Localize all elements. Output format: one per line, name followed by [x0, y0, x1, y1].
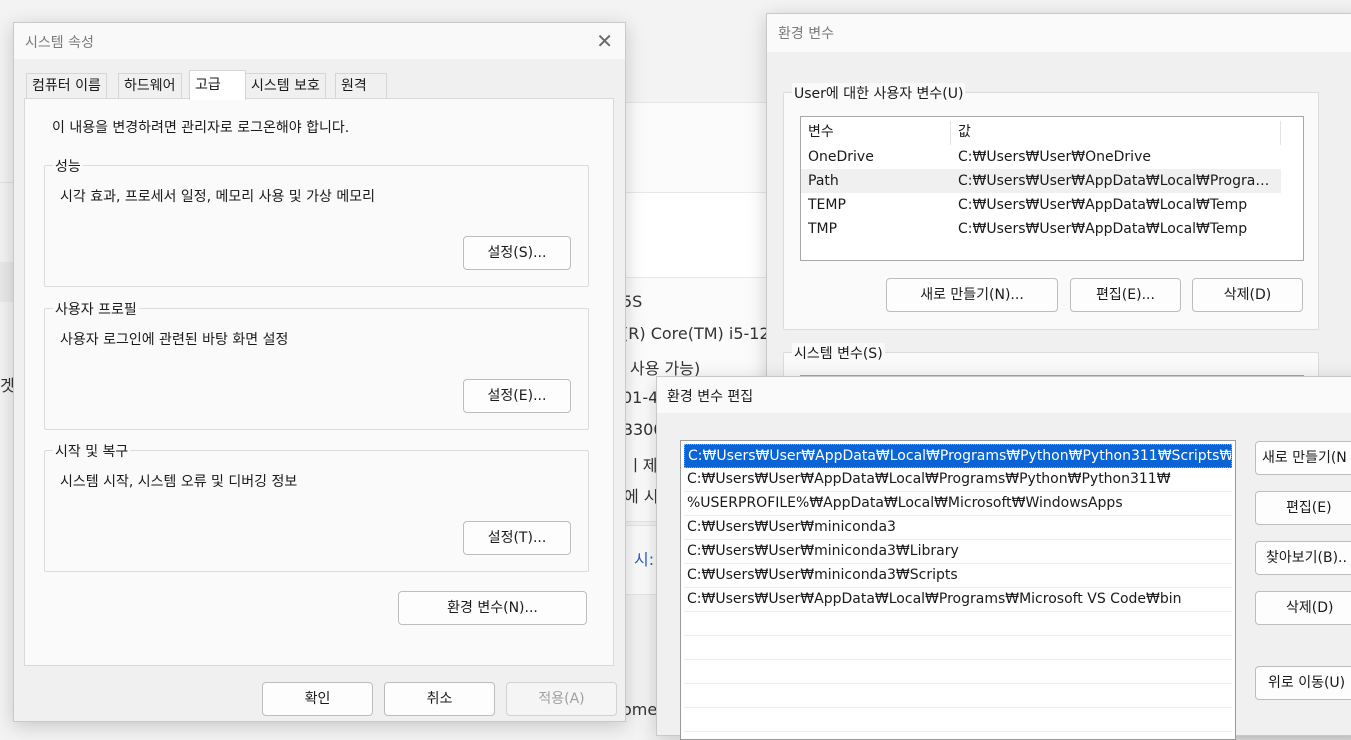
cancel-button[interactable]: 취소: [384, 682, 495, 716]
empty-list-row[interactable]: [684, 612, 1232, 636]
close-icon[interactable]: ✕: [596, 29, 613, 53]
variable-name: TMP: [808, 221, 838, 237]
dialog-title: 시스템 속성: [25, 35, 94, 51]
list-item[interactable]: C:₩Users₩User₩AppData₩Local₩Programs₩Pyt…: [684, 444, 1232, 468]
empty-list-row[interactable]: [684, 636, 1232, 660]
group-label: User에 대한 사용자 변수(U): [792, 83, 966, 103]
user-profile-group: 사용자 프로필 사용자 로그인에 관련된 바탕 화면 설정 설정(E)...: [44, 299, 589, 430]
startup-recovery-settings-button[interactable]: 설정(T)...: [463, 521, 571, 555]
admin-notice: 이 내용을 변경하려면 관리자로 로그온해야 합니다.: [52, 120, 350, 136]
variable-name: OneDrive: [808, 149, 874, 165]
title-bar: 환경 변수: [767, 14, 1351, 52]
new-user-variable-button[interactable]: 새로 만들기(N)...: [886, 278, 1058, 312]
list-item[interactable]: C:₩Users₩User₩miniconda3₩Scripts: [684, 564, 1232, 588]
group-description: 사용자 로그인에 관련된 바탕 화면 설정: [60, 332, 289, 348]
background-divider: [0, 182, 14, 183]
ok-button[interactable]: 확인: [262, 682, 373, 716]
title-bar: 시스템 속성 ✕: [14, 23, 625, 59]
empty-list-row[interactable]: [684, 708, 1232, 732]
tab-remote[interactable]: 원격: [335, 73, 387, 99]
path-list[interactable]: C:₩Users₩User₩AppData₩Local₩Programs₩Pyt…: [680, 440, 1236, 740]
edit-path-button[interactable]: 편집(E): [1255, 491, 1351, 525]
background-text: 에 시: [624, 487, 659, 506]
tab-advanced[interactable]: 고급: [189, 70, 246, 100]
browse-path-button[interactable]: 찾아보기(B)..: [1255, 541, 1351, 575]
background-nav-selection: [0, 262, 14, 302]
table-row[interactable]: Path C:₩Users₩User₩AppData₩Local₩Program…: [801, 169, 1281, 193]
group-label: 시작 및 복구: [53, 441, 131, 461]
variable-value: C:₩Users₩User₩OneDrive: [958, 149, 1151, 165]
list-item[interactable]: C:₩Users₩User₩AppData₩Local₩Programs₩Mic…: [684, 588, 1232, 612]
group-label: 시스템 변수(S): [792, 343, 885, 363]
advanced-tab-pane: 이 내용을 변경하려면 관리자로 로그온해야 합니다. 성능 시각 효과, 프로…: [24, 98, 614, 666]
column-header-name[interactable]: 변수: [801, 121, 951, 145]
tab-computer-name[interactable]: 컴퓨터 이름: [26, 73, 107, 99]
startup-recovery-group: 시작 및 복구 시스템 시작, 시스템 오류 및 디버깅 정보 설정(T)...: [44, 441, 589, 572]
user-variables-list[interactable]: 변수 값 OneDrive C:₩Users₩User₩OneDrive Pat…: [800, 116, 1304, 261]
variable-value: C:₩Users₩User₩AppData₩Local₩Temp: [958, 221, 1248, 237]
performance-settings-button[interactable]: 설정(S)...: [463, 236, 571, 270]
edit-user-variable-button[interactable]: 편집(E)...: [1070, 278, 1181, 312]
system-properties-dialog: 시스템 속성 ✕ 컴퓨터 이름 하드웨어 고급 시스템 보호 원격 이 내용을 …: [13, 22, 626, 722]
background-text: ome: [622, 700, 658, 719]
environment-variables-button[interactable]: 환경 변수(N)...: [398, 591, 587, 625]
user-variables-group: User에 대한 사용자 변수(U) 변수 값 OneDrive C:₩User…: [783, 83, 1319, 330]
background-link[interactable]: 시:: [634, 546, 654, 570]
group-description: 시각 효과, 프로세서 일정, 메모리 사용 및 가상 메모리: [60, 189, 375, 205]
delete-user-variable-button[interactable]: 삭제(D): [1192, 278, 1303, 312]
list-item[interactable]: C:₩Users₩User₩AppData₩Local₩Programs₩Pyt…: [684, 468, 1232, 492]
tab-system-protection[interactable]: 시스템 보호: [245, 73, 326, 99]
user-profile-settings-button[interactable]: 설정(E)...: [463, 379, 571, 413]
tab-hardware[interactable]: 하드웨어: [118, 73, 182, 99]
list-item[interactable]: C:₩Users₩User₩miniconda3₩Library: [684, 540, 1232, 564]
group-description: 시스템 시작, 시스템 오류 및 디버깅 정보: [60, 474, 298, 490]
delete-path-button[interactable]: 삭제(D): [1255, 591, 1351, 625]
new-path-button[interactable]: 새로 만들기(N: [1255, 441, 1351, 475]
background-card: [620, 192, 780, 278]
title-bar: 환경 변수 편집: [657, 377, 1351, 413]
table-row[interactable]: OneDrive C:₩Users₩User₩OneDrive: [801, 145, 1281, 169]
variable-name: TEMP: [808, 197, 846, 213]
column-header-value[interactable]: 값: [951, 121, 1281, 145]
table-row[interactable]: TMP C:₩Users₩User₩AppData₩Local₩Temp: [801, 217, 1281, 241]
group-label: 성능: [53, 156, 83, 176]
list-header: 변수 값: [801, 121, 1303, 145]
variable-value: C:₩Users₩User₩AppData₩Local₩Temp: [958, 197, 1248, 213]
performance-group: 성능 시각 효과, 프로세서 일정, 메모리 사용 및 가상 메모리 설정(S)…: [44, 156, 589, 287]
dialog-title: 환경 변수 편집: [667, 389, 754, 405]
dialog-title: 환경 변수: [778, 26, 834, 42]
empty-list-row[interactable]: [684, 684, 1232, 708]
variable-value: C:₩Users₩User₩AppData₩Local₩Programs₩...: [958, 173, 1278, 189]
edit-environment-variable-dialog: 환경 변수 편집 C:₩Users₩User₩AppData₩Local₩Pro…: [656, 376, 1351, 740]
background-text: (R) Core(TM) i5-12: [622, 324, 770, 343]
move-up-button[interactable]: 위로 이동(U): [1255, 666, 1351, 700]
list-item[interactable]: C:₩Users₩User₩miniconda3: [684, 516, 1232, 540]
list-item[interactable]: %USERPROFILE%₩AppData₩Local₩Microsoft₩Wi…: [684, 492, 1232, 516]
group-label: 사용자 프로필: [53, 299, 139, 319]
table-row[interactable]: TEMP C:₩Users₩User₩AppData₩Local₩Temp: [801, 193, 1281, 217]
apply-button[interactable]: 적용(A): [506, 682, 617, 716]
variable-name: Path: [808, 173, 839, 189]
empty-list-row[interactable]: [684, 660, 1232, 684]
